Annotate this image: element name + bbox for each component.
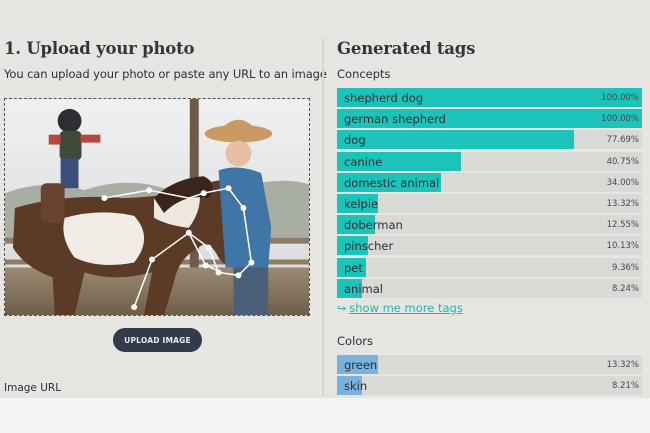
concept-tag-name: pet [344,260,363,275]
concepts-label: Concepts [337,67,391,81]
concept-tag-list: shepherd dog 100.00% german shepherd 100.00… [337,88,642,300]
color-tag-row: skin 8.21% [337,376,642,396]
upload-heading: 1. Upload your photo [4,39,195,58]
colors-label: Colors [337,334,374,348]
upload-instructions: You can upload your photo or paste any U… [4,67,327,81]
concept-tag-row: doberman 12.55% [337,215,642,235]
color-tag-list: green 13.32% skin 8.21% [337,355,642,397]
show-more-tags-label: show me more tags [349,301,463,315]
upload-panel: 1. Upload your photo You can upload your… [0,0,327,398]
concept-tag-row: animal 8.24% [337,278,642,298]
concept-tag-name: domestic animal [344,175,440,190]
concept-tag-row: german shepherd 100.00% [337,109,642,129]
show-more-tags-link[interactable]: ↪ show me more tags [337,301,463,315]
concept-tag-score: 12.55% [606,220,639,231]
page-footer-band [0,398,650,433]
image-dropzone[interactable] [4,98,310,316]
concept-tag-score: 10.13% [606,241,639,252]
concept-tag-score: 13.32% [606,198,639,209]
concept-tag-row: shepherd dog 100.00% [337,88,642,107]
concept-tag-score: 77.69% [606,135,639,146]
concept-tag-name: canine [344,154,383,169]
results-panel: Generated tags Concepts shepherd dog 100.… [336,0,646,398]
concept-tag-name: shepherd dog [344,91,424,105]
concept-tag-row: pinscher 10.13% [337,236,642,256]
upload-image-button[interactable]: UPLOAD IMAGE [113,328,202,352]
panel-divider [322,38,324,396]
results-heading: Generated tags [337,39,476,58]
concept-tag-score: 8.24% [611,283,639,294]
concept-tag-bar-fill [337,130,574,150]
color-tag-name: skin [344,379,368,394]
concept-tag-name: animal [344,281,383,296]
concept-tag-row: kelpie 13.32% [337,193,642,213]
concept-tag-name: german shepherd [344,112,446,127]
concept-tag-row: dog 77.69% [337,130,642,150]
concept-tag-score: 40.75% [606,156,639,167]
concept-tag-name: dog [344,133,366,148]
concept-tag-name: doberman [344,218,403,233]
concept-tag-score: 100.00% [601,114,639,125]
uploaded-photo [5,99,309,315]
concept-tag-row: pet 9.36% [337,257,642,277]
concept-tag-score: 34.00% [606,177,639,188]
concept-tag-row: domestic animal 34.00% [337,172,642,192]
return-arrow-icon: ↪ [337,301,347,315]
concept-tag-score: 100.00% [601,93,639,103]
color-tag-name: green [344,358,378,372]
concept-tag-name: pinscher [344,239,394,254]
concept-tag-row: canine 40.75% [337,151,642,171]
color-tag-score: 8.21% [611,381,639,392]
concept-tag-name: kelpie [344,196,379,211]
image-url-label: Image URL [4,382,62,394]
color-tag-row: green 13.32% [337,355,642,374]
concept-tag-score: 9.36% [611,262,639,273]
color-tag-score: 13.32% [606,360,639,370]
